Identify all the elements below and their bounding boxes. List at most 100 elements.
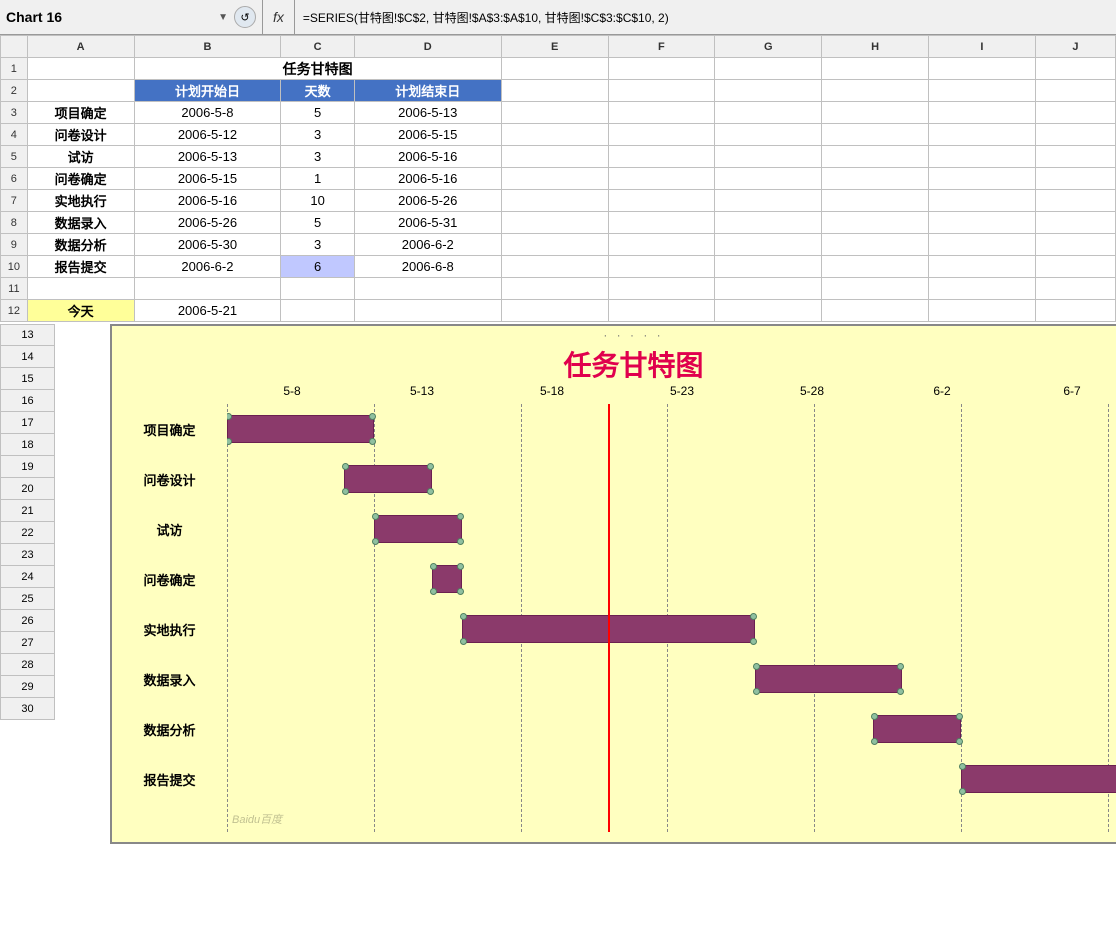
table-row: 11 (1, 278, 1116, 300)
table-row: 3 项目确定 2006-5-8 5 2006-5-13 (1, 102, 1116, 124)
refresh-button[interactable]: ↺ (234, 6, 256, 28)
cell-g1[interactable] (715, 58, 822, 80)
table-row: 4 问卷设计 2006-5-12 3 2006-5-15 (1, 124, 1116, 146)
x-axis-labels: 5-8 5-13 5-18 5-23 5-28 6-2 6-7 (227, 384, 1116, 398)
row-num-24: 24 (0, 566, 55, 588)
today-line (608, 404, 610, 832)
chart-name-box: Chart 16 ▼ ↺ (0, 0, 263, 34)
row-num-2: 2 (1, 80, 28, 102)
table-row: 12 今天 2006-5-21 (1, 300, 1116, 322)
header-end: 计划结束日 (354, 80, 501, 102)
table-row: 5 试访 2006-5-13 3 2006-5-16 (1, 146, 1116, 168)
cell-g2[interactable] (715, 80, 822, 102)
table-row: 6 问卷确定 2006-5-15 1 2006-5-16 (1, 168, 1116, 190)
cell-a2[interactable] (27, 80, 134, 102)
y-label-3: 试访 (112, 504, 227, 554)
cell-e1[interactable] (501, 58, 608, 80)
row-num-21: 21 (0, 500, 55, 522)
formula-bar-container: Chart 16 ▼ ↺ fx =SERIES(甘特图!$C$2, 甘特图!$A… (0, 0, 1116, 35)
y-label-1: 项目确定 (112, 404, 227, 454)
col-header-h[interactable]: H (822, 36, 929, 58)
gantt-bar-6[interactable] (755, 665, 902, 693)
cell-j1[interactable] (1035, 58, 1115, 80)
y-label-2: 问卷设计 (112, 454, 227, 504)
row-num-20: 20 (0, 478, 55, 500)
header-days: 天数 (281, 80, 354, 102)
y-axis-labels: 项目确定 问卷设计 试访 问卷确定 实地执行 数据录入 数据分析 报告提交 (112, 404, 227, 804)
cell-e2[interactable] (501, 80, 608, 102)
dropdown-arrow-icon[interactable]: ▼ (218, 12, 228, 23)
col-header-g[interactable]: G (715, 36, 822, 58)
row-num-19: 19 (0, 456, 55, 478)
chart-resize-handle[interactable]: · · · · · (603, 328, 663, 342)
y-label-5: 实地执行 (112, 604, 227, 654)
gantt-plot-area: Baidu百度 (227, 404, 1116, 832)
x-label-5: 5-28 (747, 384, 877, 398)
x-label-3: 5-18 (487, 384, 617, 398)
y-label-7: 数据分析 (112, 704, 227, 754)
gantt-chart[interactable]: · · · · · 任务甘特图 (110, 324, 1116, 844)
row-num-22: 22 (0, 522, 55, 544)
x-label-2: 5-13 (357, 384, 487, 398)
y-label-6: 数据录入 (112, 654, 227, 704)
table-row: 1 任务甘特图 (1, 58, 1116, 80)
col-header-d[interactable]: D (354, 36, 501, 58)
refresh-icon: ↺ (240, 11, 249, 24)
grid-line-5 (814, 404, 815, 832)
fx-label: fx (263, 0, 295, 34)
y-label-8: 报告提交 (112, 754, 227, 804)
col-header-b[interactable]: B (134, 36, 281, 58)
watermark: Baidu百度 (232, 811, 282, 827)
table-row: 9 数据分析 2006-5-30 3 2006-6-2 (1, 234, 1116, 256)
row-num-30: 30 (0, 698, 55, 720)
row-num-25: 25 (0, 588, 55, 610)
col-header-e[interactable]: E (501, 36, 608, 58)
col-header-i[interactable]: I (928, 36, 1035, 58)
cell-i2[interactable] (928, 80, 1035, 102)
formula-input[interactable]: =SERIES(甘特图!$C$2, 甘特图!$A$3:$A$10, 甘特图!$C… (295, 9, 1116, 26)
x-label-6: 6-2 (877, 384, 1007, 398)
x-label-4: 5-23 (617, 384, 747, 398)
x-label-1: 5-8 (227, 384, 357, 398)
x-label-7: 6-7 (1007, 384, 1116, 398)
col-header-j[interactable]: J (1035, 36, 1115, 58)
row-num-17: 17 (0, 412, 55, 434)
row-num-28: 28 (0, 654, 55, 676)
gantt-bar-1[interactable] (227, 415, 374, 443)
header-start: 计划开始日 (134, 80, 281, 102)
cell-f2[interactable] (608, 80, 715, 102)
table-row: 7 实地执行 2006-5-16 10 2006-5-26 (1, 190, 1116, 212)
row-num-14: 14 (0, 346, 55, 368)
cell-f1[interactable] (608, 58, 715, 80)
gantt-bar-8[interactable] (961, 765, 1116, 793)
row-num-16: 16 (0, 390, 55, 412)
row-num-23: 23 (0, 544, 55, 566)
row-num-15: 15 (0, 368, 55, 390)
row-num-26: 26 (0, 610, 55, 632)
corner-header (1, 36, 28, 58)
col-header-c[interactable]: C (281, 36, 354, 58)
title-cell: 任务甘特图 (134, 58, 501, 80)
cell-a1[interactable] (27, 58, 134, 80)
gantt-bar-3[interactable] (374, 515, 462, 543)
cell-i1[interactable] (928, 58, 1035, 80)
cell-j2[interactable] (1035, 80, 1115, 102)
col-header-f[interactable]: F (608, 36, 715, 58)
gantt-bar-2[interactable] (344, 465, 432, 493)
cell-h1[interactable] (822, 58, 929, 80)
grid-line-1 (227, 404, 228, 832)
table-row: 8 数据录入 2006-5-26 5 2006-5-31 (1, 212, 1116, 234)
today-label: 今天 (27, 300, 134, 322)
gantt-bar-4[interactable] (432, 565, 461, 593)
col-header-a[interactable]: A (27, 36, 134, 58)
table-row: 2 计划开始日 天数 计划结束日 (1, 80, 1116, 102)
chart-name-label: Chart 16 (6, 9, 214, 25)
gantt-bar-7[interactable] (873, 715, 961, 743)
row-num-1: 1 (1, 58, 28, 80)
y-label-4: 问卷确定 (112, 554, 227, 604)
table-row: 10 报告提交 2006-6-2 6 2006-6-8 (1, 256, 1116, 278)
spreadsheet-table: A B C D E F G H I J 1 任务甘特图 2 (0, 35, 1116, 322)
cell-h2[interactable] (822, 80, 929, 102)
row-num-13: 13 (0, 324, 55, 346)
row-num-18: 18 (0, 434, 55, 456)
